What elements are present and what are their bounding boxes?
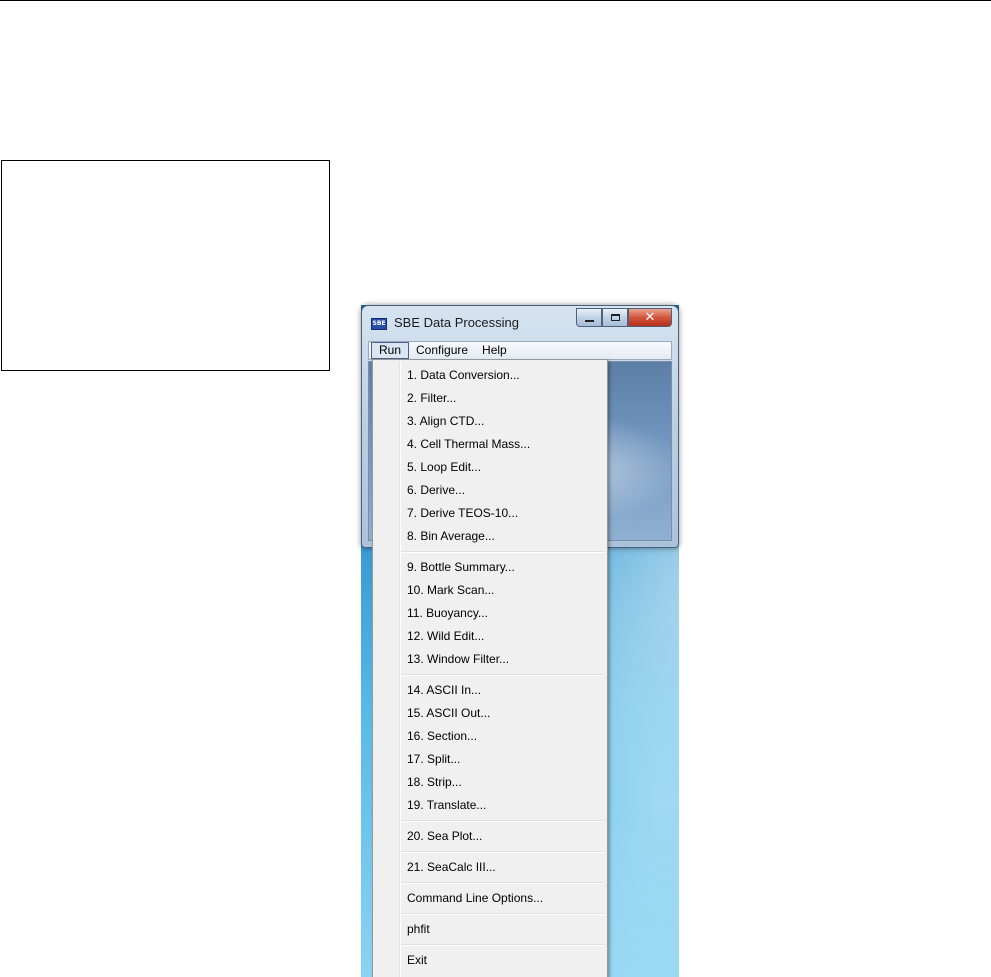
menu-separator	[373, 817, 607, 825]
page-top-rule	[0, 0, 991, 1]
minimize-icon	[584, 319, 594, 322]
menu-separator	[373, 671, 607, 679]
menu-separator	[373, 879, 607, 887]
menu-item-18-strip[interactable]: 18. Strip...	[373, 771, 607, 794]
menu-separator	[373, 941, 607, 949]
caption-buttons: ✕	[576, 308, 672, 328]
menu-separator	[373, 548, 607, 556]
menu-item-4-cell-thermal-mass[interactable]: 4. Cell Thermal Mass...	[373, 433, 607, 456]
menu-item-16-section[interactable]: 16. Section...	[373, 725, 607, 748]
menu-separator	[373, 910, 607, 918]
minimize-button[interactable]	[576, 308, 602, 327]
menu-item-6-derive[interactable]: 6. Derive...	[373, 479, 607, 502]
close-button[interactable]: ✕	[628, 308, 672, 327]
maximize-button[interactable]	[602, 308, 628, 327]
menu-item-8-bin-average[interactable]: 8. Bin Average...	[373, 525, 607, 548]
menu-run[interactable]: Run	[371, 342, 410, 359]
menu-item-3-align-ctd[interactable]: 3. Align CTD...	[373, 410, 607, 433]
menu-item-command-line-options[interactable]: Command Line Options...	[373, 887, 607, 910]
menu-item-phfit[interactable]: phfit	[373, 918, 607, 941]
menu-item-11-buoyancy[interactable]: 11. Buoyancy...	[373, 602, 607, 625]
menu-item-15-ascii-out[interactable]: 15. ASCII Out...	[373, 702, 607, 725]
menu-item-14-ascii-in[interactable]: 14. ASCII In...	[373, 679, 607, 702]
menu-item-12-wild-edit[interactable]: 12. Wild Edit...	[373, 625, 607, 648]
menu-item-exit[interactable]: Exit	[373, 949, 607, 972]
sbe-app-icon: SBE	[371, 318, 387, 330]
maximize-icon	[610, 314, 620, 321]
close-icon: ✕	[644, 310, 656, 325]
menu-item-13-window-filter[interactable]: 13. Window Filter...	[373, 648, 607, 671]
menu-item-20-sea-plot[interactable]: 20. Sea Plot...	[373, 825, 607, 848]
run-menu-list: 1. Data Conversion... 2. Filter... 3. Alig…	[373, 364, 607, 972]
menu-item-21-seacalc-iii[interactable]: 21. SeaCalc III...	[373, 856, 607, 879]
window-title: SBE Data Processing	[394, 315, 520, 330]
menu-item-17-split[interactable]: 17. Split...	[373, 748, 607, 771]
menu-item-2-filter[interactable]: 2. Filter...	[373, 387, 607, 410]
menu-bar: Run Configure Help	[368, 341, 672, 360]
menu-separator	[373, 848, 607, 856]
menu-item-10-mark-scan[interactable]: 10. Mark Scan...	[373, 579, 607, 602]
blank-callout-box	[1, 160, 330, 371]
menu-help[interactable]: Help	[475, 342, 514, 359]
menu-configure[interactable]: Configure	[409, 342, 475, 359]
menu-item-5-loop-edit[interactable]: 5. Loop Edit...	[373, 456, 607, 479]
menu-item-19-translate[interactable]: 19. Translate...	[373, 794, 607, 817]
run-menu-dropdown: 1. Data Conversion... 2. Filter... 3. Alig…	[372, 359, 608, 977]
menu-item-9-bottle-summary[interactable]: 9. Bottle Summary...	[373, 556, 607, 579]
menu-item-7-derive-teos-10[interactable]: 7. Derive TEOS-10...	[373, 502, 607, 525]
menu-item-1-data-conversion[interactable]: 1. Data Conversion...	[373, 364, 607, 387]
